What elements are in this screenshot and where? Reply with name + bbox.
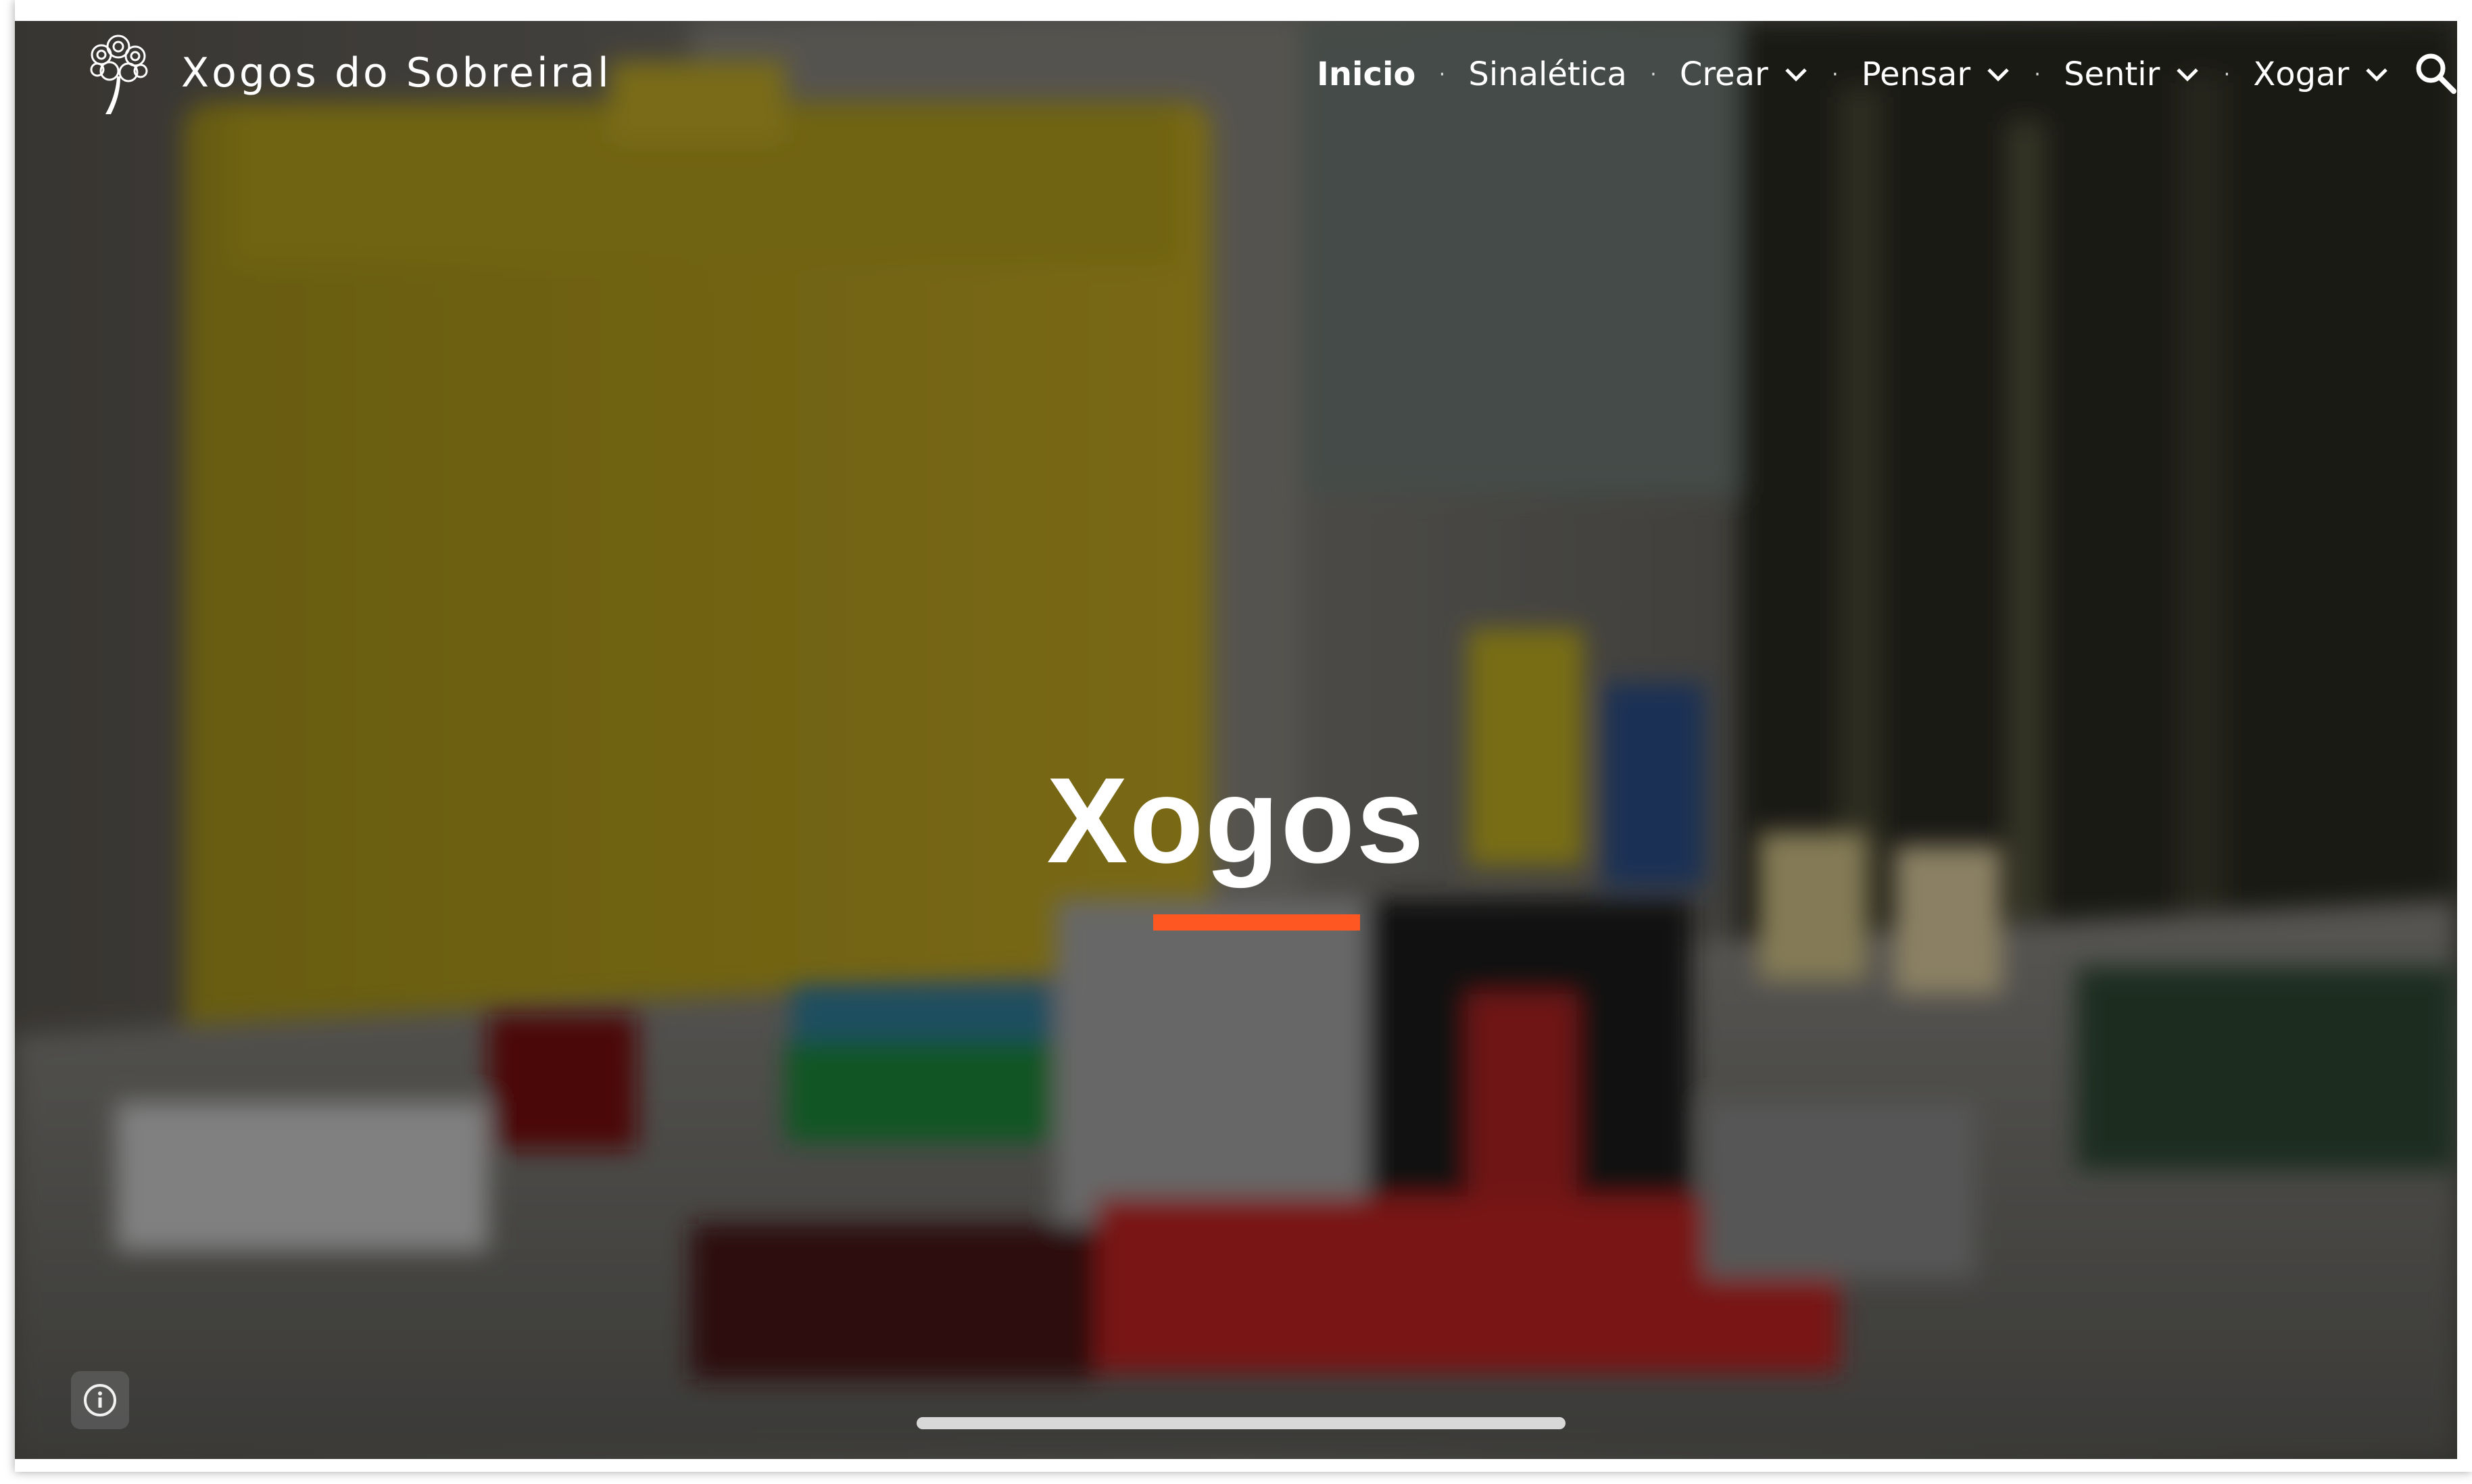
nav-item-label: Sinalética (1468, 55, 1627, 93)
heading-accent-underline (1153, 914, 1360, 931)
horizontal-scrollbar[interactable] (917, 1417, 1566, 1429)
nav-separator: · (1831, 62, 1839, 86)
search-icon (2416, 53, 2456, 94)
nav-item-crear[interactable]: Crear (1680, 55, 1809, 93)
nav-item-label: Xogar (2253, 55, 2350, 93)
nav-item-label: Inicio (1317, 55, 1416, 93)
nav-separator: · (2034, 62, 2041, 86)
nav-item-xogar[interactable]: Xogar (2253, 55, 2390, 93)
chevron-down-icon[interactable] (1985, 64, 2011, 84)
nav-item-sentir[interactable]: Sentir (2064, 55, 2200, 93)
chevron-down-icon[interactable] (2364, 64, 2390, 84)
nav-item-label: Pensar (1861, 55, 1971, 93)
nav-item-label: Crear (1679, 55, 1768, 93)
nav-separator: · (1650, 62, 1657, 86)
search-button[interactable] (2410, 48, 2457, 98)
nav-separator: · (2223, 62, 2231, 86)
main-nav: Inicio · Sinalética · Crear · Pensar · S… (1317, 51, 2390, 98)
hero-heading: Xogos (1046, 753, 1426, 889)
nav-separator: · (1438, 62, 1446, 86)
chevron-down-icon[interactable] (2175, 64, 2200, 84)
nav-item-inicio[interactable]: Inicio (1317, 55, 1415, 93)
nav-item-sinaletica[interactable]: Sinalética (1468, 55, 1626, 93)
info-button[interactable] (71, 1371, 129, 1429)
site-header: Xogos do Sobreiral Inicio · Sinalética ·… (15, 21, 2457, 122)
nav-item-label: Sentir (2064, 55, 2160, 93)
chevron-down-icon[interactable] (1783, 64, 1809, 84)
hero-dim-overlay (15, 21, 2457, 1459)
cork-oak-tree-icon[interactable] (81, 29, 155, 117)
info-icon (84, 1384, 116, 1416)
nav-item-pensar[interactable]: Pensar (1862, 55, 2011, 93)
site-title[interactable]: Xogos do Sobreiral (181, 49, 612, 97)
hero-banner: Xogos do Sobreiral Inicio · Sinalética ·… (15, 21, 2457, 1459)
